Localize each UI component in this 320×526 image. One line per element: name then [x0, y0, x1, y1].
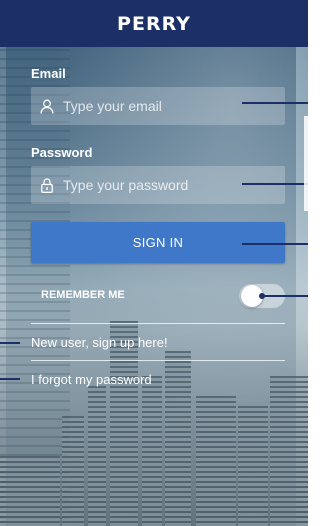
pointer-line [242, 243, 308, 245]
app-header: PERRY [0, 0, 308, 47]
pointer-line [0, 378, 20, 380]
remember-me-label: REMEMBER ME [41, 289, 125, 301]
pointer-line [0, 342, 20, 344]
divider [31, 323, 285, 324]
email-input[interactable] [61, 97, 265, 115]
divider [31, 360, 285, 361]
pointer-line [262, 295, 308, 297]
side-tab [304, 116, 308, 211]
login-screen: PERRY Email Password SIGN IN REMEMBER ME… [0, 0, 308, 526]
pointer-line [242, 102, 308, 104]
brand-logo: PERRY [117, 12, 191, 35]
password-field[interactable] [31, 166, 285, 204]
password-input[interactable] [61, 176, 265, 194]
email-field[interactable] [31, 87, 285, 125]
signup-link[interactable]: New user, sign up here! [31, 335, 168, 350]
pointer-line [242, 183, 308, 185]
user-icon [39, 98, 55, 114]
forgot-password-link[interactable]: I forgot my password [31, 372, 152, 387]
email-label: Email [31, 66, 66, 81]
pointer-dot [259, 293, 265, 299]
lock-icon [39, 177, 55, 193]
password-label: Password [31, 145, 93, 160]
